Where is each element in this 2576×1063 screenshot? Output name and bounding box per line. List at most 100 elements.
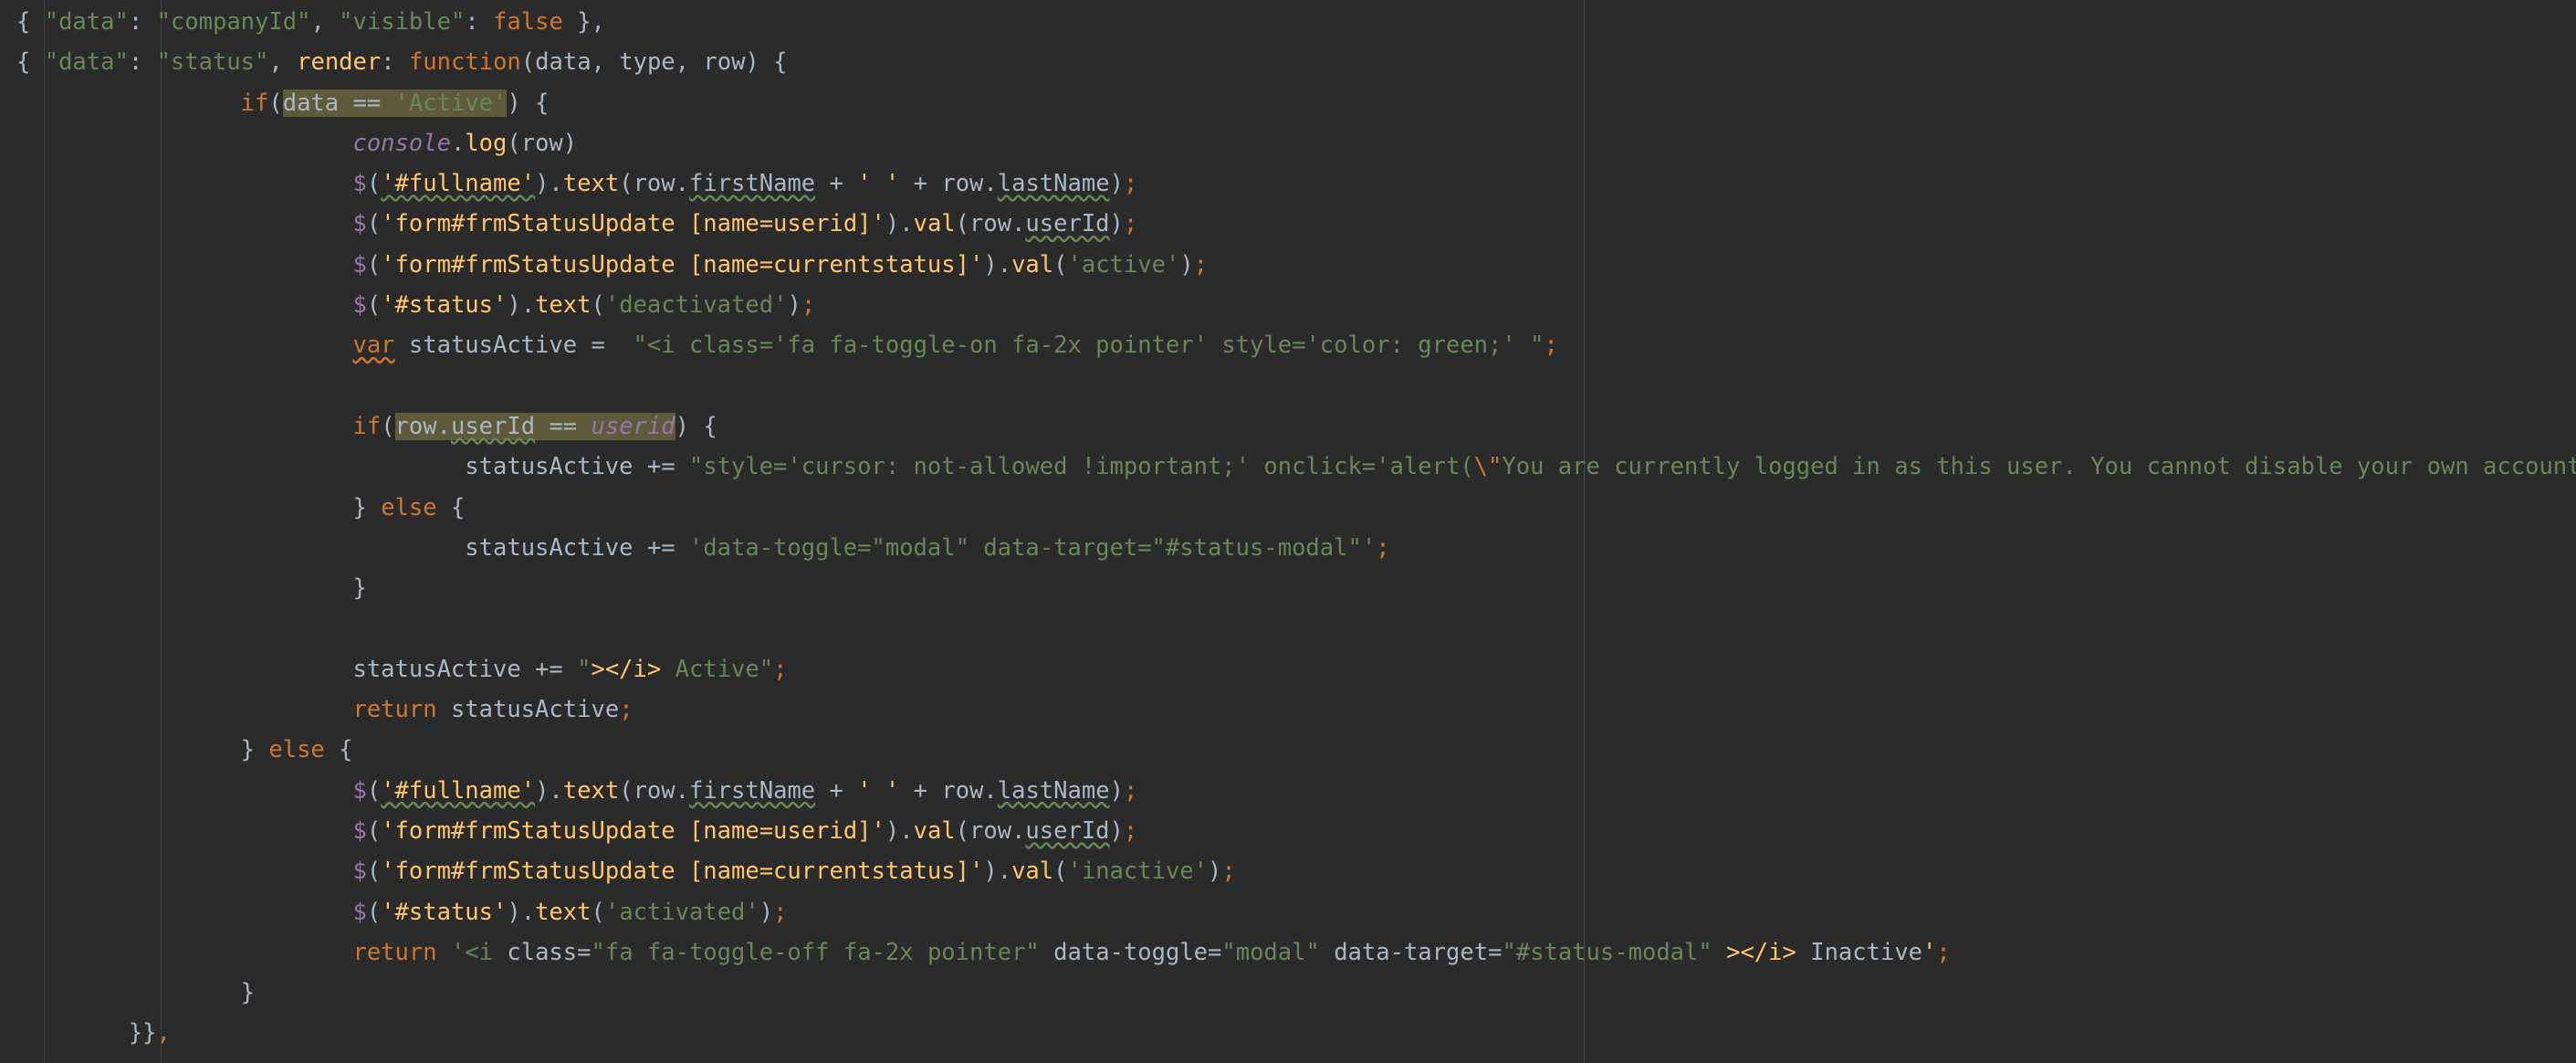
code-token: ( <box>366 816 382 845</box>
code-token: ( <box>366 210 382 238</box>
code-line[interactable]: var statusActive = "<i class='fa fa-togg… <box>16 325 2576 365</box>
code-token: ( <box>366 776 382 805</box>
code-token: , <box>268 48 298 77</box>
code-token: ). <box>983 858 1012 886</box>
code-line[interactable]: $('form#frmStatusUpdate [name=userid]').… <box>16 811 2576 851</box>
code-token: ) <box>1109 170 1124 198</box>
code-token: ). <box>983 250 1012 279</box>
code-content[interactable]: { "data": "companyId", "visible": false … <box>0 2 2576 1054</box>
code-token: ( <box>366 858 382 886</box>
code-token: $ <box>352 816 367 845</box>
code-token: ( <box>591 898 605 926</box>
code-token: data-target= <box>1319 938 1503 966</box>
code-token: text <box>562 776 620 805</box>
code-token: statusActive += <box>352 655 578 683</box>
code-line[interactable]: $('form#frmStatusUpdate [name=userid]').… <box>16 204 2576 244</box>
code-token: '<i <box>450 938 508 966</box>
code-token: data-toggle= <box>1039 938 1222 966</box>
code-token: if <box>352 412 382 440</box>
code-token: Inactive <box>1796 938 1923 966</box>
code-token: ; <box>1936 938 1951 966</box>
code-token: + row. <box>899 170 998 198</box>
code-token: function <box>408 48 521 77</box>
code-line[interactable]: $('form#frmStatusUpdate [name=currentsta… <box>16 851 2576 891</box>
code-token: ; <box>1123 776 1138 805</box>
code-token: "style='cursor: not-allowed !important;'… <box>688 453 1474 481</box>
code-token: ; <box>1123 816 1138 845</box>
code-token: log <box>465 129 508 157</box>
code-token: '#fullname' <box>381 170 536 198</box>
code-line[interactable]: if(row.userId == userid) { <box>16 406 2576 447</box>
code-token: + <box>815 776 858 805</box>
code-line[interactable] <box>16 366 2576 406</box>
code-line[interactable]: statusActive += 'data-toggle="modal" dat… <box>16 528 2576 568</box>
code-token: }} <box>128 1019 157 1047</box>
code-token: '#status' <box>381 898 508 926</box>
code-token: }, <box>562 8 605 36</box>
code-token: ( <box>366 898 382 926</box>
code-token: (data, type, row) { <box>520 48 788 77</box>
code-line[interactable]: return '<i class="fa fa-toggle-off fa-2x… <box>16 932 2576 973</box>
code-token: + <box>815 170 858 198</box>
code-token: ) <box>1109 210 1124 238</box>
code-token: text <box>562 170 620 198</box>
code-token: ( <box>366 170 382 198</box>
code-token: (row) <box>507 129 578 157</box>
code-token: ></i> <box>591 655 662 683</box>
code-line[interactable]: $('#fullname').text(row.firstName + ' ' … <box>16 163 2576 204</box>
code-token: if <box>240 89 269 117</box>
code-token: (row. <box>619 170 689 198</box>
code-token: ' <box>1922 938 1937 966</box>
code-token: "status" <box>156 48 269 77</box>
code-line[interactable]: } <box>16 973 2576 1013</box>
code-line[interactable]: return statusActive; <box>16 689 2576 730</box>
code-token: ( <box>366 291 382 320</box>
code-line[interactable]: }}, <box>16 1013 2576 1053</box>
code-token: You are currently logged in as this user… <box>1502 453 2576 481</box>
code-line[interactable]: } else { <box>16 730 2576 770</box>
code-token: : <box>381 48 409 77</box>
code-editor[interactable]: { "data": "companyId", "visible": false … <box>0 0 2576 1063</box>
code-token: "visible" <box>339 8 466 36</box>
highlighted-token: userid <box>591 412 675 440</box>
code-token: ). <box>507 898 536 926</box>
code-token: ). <box>535 170 563 198</box>
code-token: { <box>16 48 45 77</box>
code-token: $ <box>352 898 367 926</box>
code-token: return <box>352 938 437 966</box>
code-token: ) <box>1109 776 1124 805</box>
code-token: Active" <box>661 655 774 683</box>
code-token: val <box>1011 858 1054 886</box>
code-line[interactable]: $('form#frmStatusUpdate [name=currentsta… <box>16 245 2576 285</box>
code-line[interactable]: if(data == 'Active') { <box>16 83 2576 123</box>
code-line[interactable]: } else { <box>16 488 2576 528</box>
code-token: class= <box>507 938 592 966</box>
code-line[interactable]: $('#status').text('activated'); <box>16 892 2576 932</box>
code-token: firstName <box>688 170 816 198</box>
code-token: 'form#frmStatusUpdate [name=userid]' <box>381 210 885 238</box>
code-line[interactable]: statusActive += "style='cursor: not-allo… <box>16 447 2576 487</box>
code-line[interactable]: { "data": "status", render: function(dat… <box>16 42 2576 82</box>
code-line[interactable]: $('#fullname').text(row.firstName + ' ' … <box>16 771 2576 811</box>
code-line[interactable]: console.log(row) <box>16 123 2576 163</box>
code-line[interactable]: statusActive += "></i> Active"; <box>16 649 2576 689</box>
code-token: ; <box>1376 533 1390 562</box>
code-token: ' ' <box>857 776 900 805</box>
code-line[interactable]: { "data": "companyId", "visible": false … <box>16 2 2576 42</box>
highlighted-token: data <box>282 89 353 117</box>
code-token: . <box>450 129 466 157</box>
code-token: userId <box>1025 210 1110 238</box>
code-token: : <box>128 48 157 77</box>
code-line[interactable]: $('#status').text('deactivated'); <box>16 285 2576 325</box>
code-token: render <box>297 48 382 77</box>
code-token: 'activated' <box>604 898 759 926</box>
code-line[interactable]: } <box>16 568 2576 608</box>
code-token: } <box>352 574 367 603</box>
code-line[interactable] <box>16 608 2576 648</box>
